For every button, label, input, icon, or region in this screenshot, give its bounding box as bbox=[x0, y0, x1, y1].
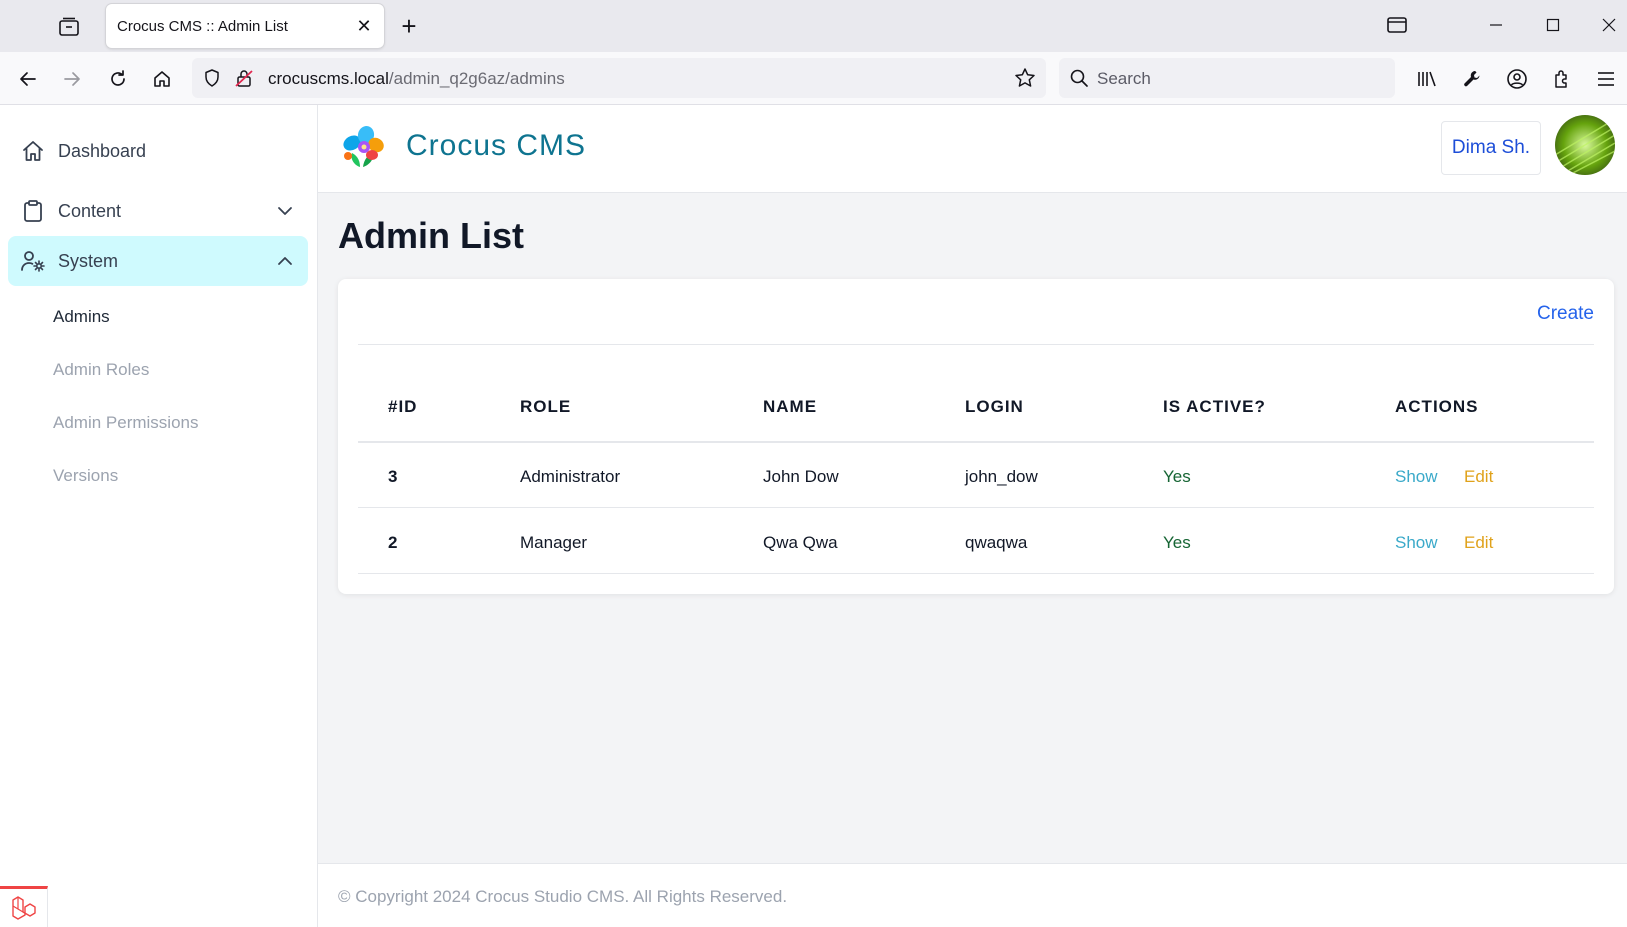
close-icon[interactable]: ✕ bbox=[354, 16, 374, 36]
window-layout-icon[interactable] bbox=[1384, 12, 1410, 38]
admin-list-card: Create #ID ROLE NAME LOGIN IS ACTIVE? AC… bbox=[338, 279, 1614, 594]
sidebar-item-label: Content bbox=[58, 201, 122, 221]
user-menu-button[interactable]: Dima Sh. bbox=[1441, 121, 1541, 175]
table-cell-name: Qwa Qwa bbox=[763, 533, 838, 552]
table-cell-id: 3 bbox=[388, 467, 398, 486]
create-button[interactable]: Create bbox=[1537, 303, 1594, 325]
shield-icon[interactable] bbox=[202, 68, 222, 93]
search-icon bbox=[1069, 68, 1089, 93]
table-cell-login: qwaqwa bbox=[965, 533, 1028, 552]
home-icon bbox=[20, 138, 46, 164]
menu-icon[interactable] bbox=[1592, 65, 1620, 93]
column-header-name: NAME bbox=[763, 397, 818, 416]
url-host: crocuscms.local bbox=[268, 69, 389, 88]
sidebar-subitem-versions[interactable]: Versions bbox=[53, 466, 118, 486]
tab-title: Crocus CMS :: Admin List bbox=[117, 18, 288, 35]
sidebar-subitem-admins[interactable]: Admins bbox=[53, 307, 110, 327]
clipboard-icon bbox=[20, 198, 46, 224]
table-cell-login: john_dow bbox=[965, 467, 1038, 486]
column-header-id: #ID bbox=[388, 397, 418, 416]
sidebar-item-content[interactable]: Content bbox=[8, 186, 308, 236]
table-cell-name: John Dow bbox=[763, 467, 839, 486]
user-gear-icon bbox=[20, 248, 46, 274]
avatar[interactable] bbox=[1555, 115, 1615, 175]
edit-link[interactable]: Edit bbox=[1464, 533, 1493, 553]
maximize-icon[interactable] bbox=[1540, 12, 1566, 38]
minimize-icon[interactable] bbox=[1483, 12, 1509, 38]
column-header-actions: ACTIONS bbox=[1395, 397, 1479, 416]
url-path: /admin_q2g6az/admins bbox=[388, 69, 565, 88]
column-header-role: ROLE bbox=[520, 397, 572, 416]
sidebar-item-dashboard[interactable]: Dashboard bbox=[8, 126, 308, 176]
page-title: Admin List bbox=[338, 215, 524, 256]
divider bbox=[358, 573, 1594, 574]
edit-link[interactable]: Edit bbox=[1464, 467, 1493, 487]
url-text[interactable]: crocuscms.local/admin_q2g6az/admins bbox=[268, 69, 565, 89]
footer: © Copyright 2024 Crocus Studio CMS. All … bbox=[318, 863, 1627, 927]
extensions-icon[interactable] bbox=[1548, 65, 1576, 93]
show-link[interactable]: Show bbox=[1395, 467, 1438, 487]
browser-nav-bar: crocuscms.local/admin_q2g6az/admins Sear… bbox=[0, 52, 1627, 105]
divider bbox=[358, 344, 1594, 345]
wrench-icon[interactable] bbox=[1458, 65, 1486, 93]
brand-name[interactable]: Crocus CMS bbox=[406, 129, 586, 163]
forward-arrow-icon[interactable] bbox=[58, 65, 86, 93]
sidebar-subitem-admin-roles[interactable]: Admin Roles bbox=[53, 360, 149, 380]
column-header-login: LOGIN bbox=[965, 397, 1024, 416]
app-header: Crocus CMS Dima Sh. bbox=[318, 105, 1627, 193]
reload-icon[interactable] bbox=[104, 65, 132, 93]
home-icon[interactable] bbox=[148, 65, 176, 93]
account-icon[interactable] bbox=[1503, 65, 1531, 93]
chevron-up-icon bbox=[274, 250, 296, 272]
sidebar-item-label: System bbox=[58, 251, 119, 271]
bookmark-star-icon[interactable] bbox=[1014, 67, 1036, 94]
show-link[interactable]: Show bbox=[1395, 533, 1438, 553]
copyright-text: © Copyright 2024 Crocus Studio CMS. All … bbox=[338, 887, 788, 906]
table-cell-active: Yes bbox=[1163, 533, 1191, 552]
address-bar[interactable]: crocuscms.local/admin_q2g6az/admins bbox=[192, 58, 1046, 98]
sidebar: Dashboard Content System Admins Admin Ro… bbox=[0, 105, 318, 927]
table-cell-role: Administrator bbox=[520, 467, 621, 486]
search-placeholder: Search bbox=[1097, 69, 1151, 88]
divider bbox=[358, 507, 1594, 508]
column-header-is-active: IS ACTIVE? bbox=[1163, 397, 1266, 416]
library-icon[interactable] bbox=[1413, 65, 1441, 93]
table-cell-id: 2 bbox=[388, 533, 398, 552]
browser-tab-bar: Crocus CMS :: Admin List ✕ + bbox=[0, 0, 1627, 52]
sidebar-item-label: Dashboard bbox=[58, 141, 147, 161]
crocus-logo[interactable] bbox=[336, 121, 390, 175]
table-cell-active: Yes bbox=[1163, 467, 1191, 486]
tab-list-icon[interactable] bbox=[56, 14, 82, 40]
insecure-lock-icon[interactable] bbox=[234, 68, 254, 93]
search-bar[interactable]: Search bbox=[1059, 58, 1395, 98]
debugbar-laravel-icon[interactable] bbox=[0, 886, 48, 927]
divider bbox=[358, 441, 1594, 443]
back-arrow-icon[interactable] bbox=[14, 65, 42, 93]
chevron-down-icon bbox=[274, 200, 296, 222]
table-cell-role: Manager bbox=[520, 533, 588, 552]
new-tab-button[interactable]: + bbox=[396, 11, 422, 41]
window-close-icon[interactable] bbox=[1596, 12, 1622, 38]
sidebar-item-system[interactable]: System bbox=[8, 236, 308, 286]
sidebar-subitem-admin-permissions[interactable]: Admin Permissions bbox=[53, 413, 199, 433]
browser-tab[interactable]: Crocus CMS :: Admin List ✕ bbox=[106, 4, 384, 48]
